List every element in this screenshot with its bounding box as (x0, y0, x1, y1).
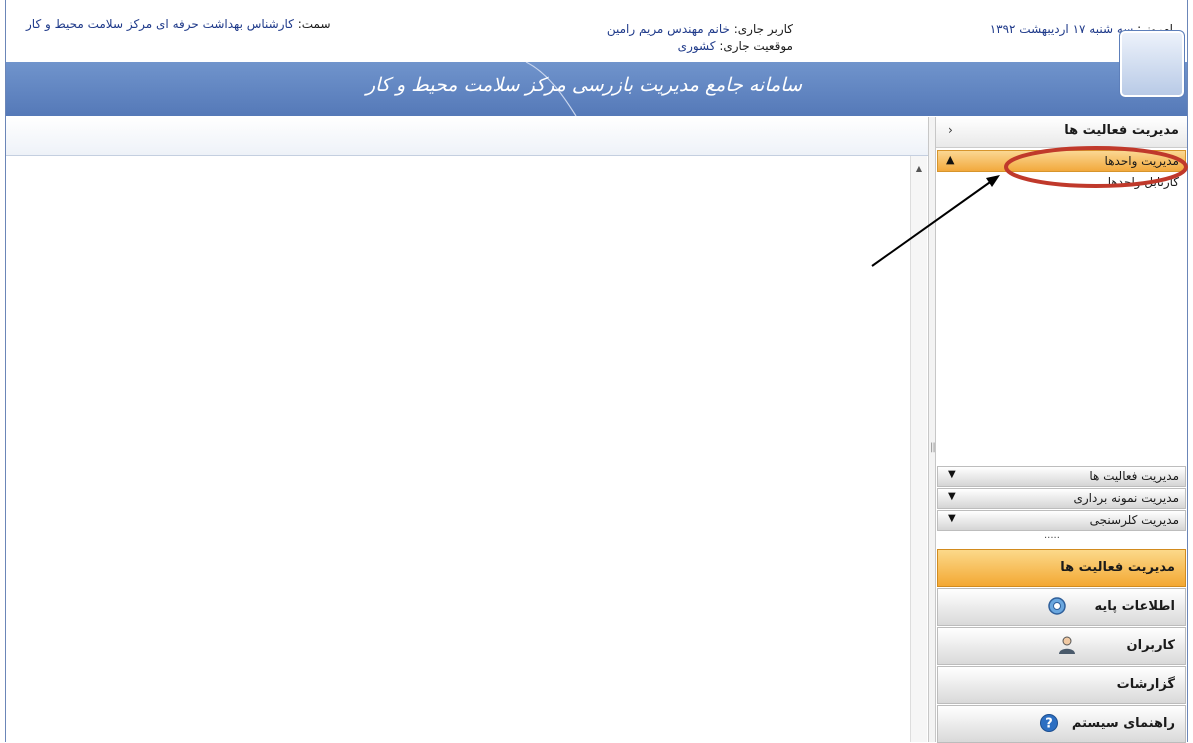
today-value: سه شنبه ۱۷ اردیبهشت ۱۳۹۲ (989, 22, 1134, 36)
chevron-collapse-icon[interactable]: ‹ (948, 123, 953, 137)
accordion-activity-management[interactable]: مدیریت فعالیت ها ▼ (937, 466, 1186, 487)
module-base-info[interactable]: اطلاعات پایه (937, 588, 1186, 626)
accordion-label: مدیریت کلرسنجی (1089, 513, 1179, 527)
chevron-down-icon[interactable]: ▼ (948, 469, 956, 480)
sidebar: مدیریت فعالیت ها ‹ مدیریت واحدها ▲ کارتا… (936, 117, 1187, 743)
accordion-sampling-management[interactable]: مدیریت نمونه برداری ▼ (937, 488, 1186, 509)
content-area (6, 156, 928, 742)
module-label: مدیریت فعالیت ها (1060, 560, 1175, 575)
panel-splitter[interactable]: || (928, 117, 936, 742)
module-label: گزارشات (1116, 677, 1175, 692)
sidebar-title: مدیریت فعالیت ها (1064, 123, 1179, 138)
accordion-unit-management[interactable]: مدیریت واحدها ▲ (937, 150, 1186, 172)
content-scrollbar[interactable]: ▲ (910, 156, 927, 742)
logo (1119, 30, 1185, 98)
user-icon (1059, 636, 1075, 654)
accordion-chlorination-management[interactable]: مدیریت کلرسنجی ▼ (937, 510, 1186, 531)
help-icon: ? (1040, 714, 1058, 732)
accordion-open-label: مدیریت واحدها (1104, 154, 1179, 168)
chevron-up-icon[interactable]: ▲ (946, 153, 954, 166)
main-content: ▲ (6, 117, 928, 742)
user-role: سمت: کارشناس بهداشت حرفه ای مرکز سلامت م… (26, 17, 331, 31)
module-system-help[interactable]: راهنمای سیستم ? (937, 705, 1186, 743)
module-label: اطلاعات پایه (1094, 599, 1175, 614)
module-label: راهنمای سیستم (1071, 716, 1175, 731)
role-label: سمت: (297, 17, 331, 31)
current-user: کاربر جاری: خانم مهندس مریم رامین (607, 22, 793, 36)
current-location: موقعیت جاری: کشوری (678, 39, 793, 53)
location-value: کشوری (677, 39, 716, 53)
sidebar-header: مدیریت فعالیت ها ‹ (936, 117, 1187, 148)
content-toolbar (6, 117, 928, 156)
scroll-up-icon[interactable]: ▲ (911, 164, 927, 173)
accordion-label: مدیریت فعالیت ها (1089, 469, 1179, 483)
chevron-down-icon[interactable]: ▼ (948, 513, 956, 524)
module-reports[interactable]: گزارشات (937, 666, 1186, 704)
accordion-label: مدیریت نمونه برداری (1073, 491, 1179, 505)
module-activity-management[interactable]: مدیریت فعالیت ها (937, 549, 1186, 587)
gear-icon (1048, 597, 1066, 615)
module-users[interactable]: کاربران (937, 627, 1186, 665)
location-label: موقعیت جاری: (719, 39, 793, 53)
user-label: کاربر جاری: (733, 22, 793, 36)
splitter-grip-icon[interactable]: || (930, 442, 936, 453)
system-title: سامانه جامع مدیریت بازرسی مرکز سلامت محی… (366, 74, 803, 96)
svg-text:?: ? (1045, 717, 1053, 732)
role-value: کارشناس بهداشت حرفه ای مرکز سلامت محیط و… (26, 17, 294, 31)
chevron-down-icon[interactable]: ▼ (948, 491, 956, 502)
user-value: خانم مهندس مریم رامین (606, 22, 730, 36)
header-banner: سامانه جامع مدیریت بازرسی مرکز سلامت محی… (6, 62, 1187, 116)
module-label: کاربران (1126, 638, 1175, 653)
resize-grip[interactable]: ..... (1044, 530, 1060, 541)
sidebar-item-unit-cartable[interactable]: کارتابل واحدها (1108, 175, 1179, 189)
